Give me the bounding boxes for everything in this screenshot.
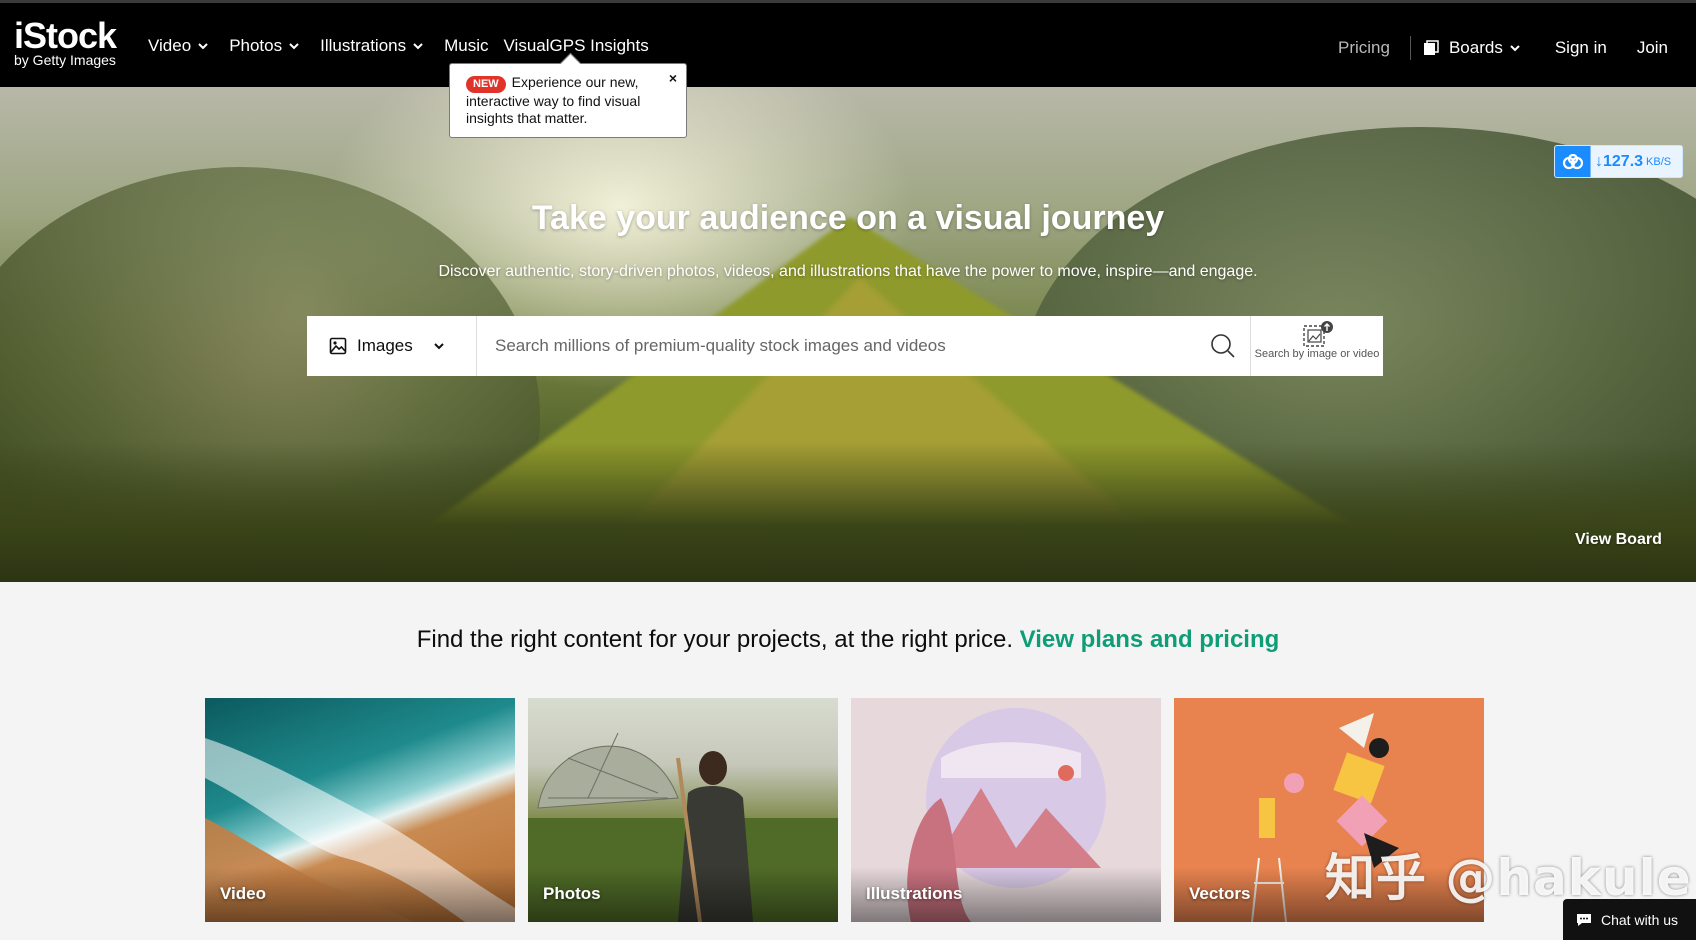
tile-label-photos: Photos: [543, 884, 601, 903]
istock-logo[interactable]: iStock by Getty Images: [14, 15, 117, 68]
nav-photos[interactable]: Photos: [229, 36, 300, 56]
image-icon: [329, 337, 347, 355]
join-link[interactable]: Join: [1637, 38, 1668, 58]
hero-title: Take your audience on a visual journey: [531, 199, 1165, 237]
search-type-label: Images: [357, 336, 413, 355]
top-navigation-bar: iStock by Getty Images Video Photos Illu…: [0, 0, 1696, 87]
nav-music[interactable]: Music: [444, 36, 488, 56]
chevron-down-icon: [1510, 45, 1520, 52]
chat-with-us-button[interactable]: Chat with us: [1563, 899, 1696, 940]
cloud-icon: [1555, 146, 1591, 177]
boards-menu[interactable]: Boards: [1423, 38, 1521, 58]
category-tile-video[interactable]: Video: [205, 698, 515, 922]
promo-text: Find the right content for your projects…: [416, 626, 1013, 653]
hero-subtitle: Discover authentic, story-driven photos,…: [438, 263, 1258, 280]
speed-value: ↓127.3: [1595, 152, 1644, 170]
nav-music-label: Music: [444, 36, 489, 55]
visual-search-label: Search by image or video: [1254, 348, 1380, 360]
boards-icon: [1423, 40, 1439, 55]
visual-search-button[interactable]: Search by image or video: [1251, 316, 1383, 376]
search-button[interactable]: [1195, 316, 1251, 376]
nav-photos-label: Photos: [229, 36, 283, 55]
category-tile-photos[interactable]: Photos: [528, 698, 838, 922]
logo-subtitle: by Getty Images: [14, 52, 116, 68]
search-input[interactable]: [477, 316, 1195, 376]
tile-label-illustrations: Illustrations: [866, 884, 963, 903]
visual-search-icon: [1303, 321, 1333, 347]
category-tile-illustrations[interactable]: Illustrations: [851, 698, 1161, 922]
header-actions: Pricing Boards Sign in Join: [1338, 36, 1696, 60]
boards-label: Boards: [1448, 38, 1503, 57]
pricing-promo: Find the right content for your projects…: [0, 626, 1696, 654]
search-bar: Images Search by image or video: [307, 316, 1383, 376]
speed-unit: KB/S: [1646, 155, 1672, 168]
header-divider: [1409, 36, 1411, 60]
search-type-dropdown[interactable]: Images: [307, 316, 477, 376]
nav-video[interactable]: Video: [148, 36, 209, 56]
download-speed-readout: ↓127.3 KB/S: [1591, 146, 1682, 177]
main-nav: Video Photos Illustrations Music VisualG…: [148, 36, 669, 56]
view-plans-link[interactable]: View plans and pricing: [1020, 626, 1280, 653]
nav-visualgps-insights[interactable]: VisualGPS Insights: [504, 36, 649, 56]
chevron-down-icon: [434, 343, 444, 350]
close-icon[interactable]: ×: [669, 70, 677, 87]
pricing-link[interactable]: Pricing: [1338, 38, 1390, 58]
download-speed-badge[interactable]: ↓127.3 KB/S: [1554, 145, 1683, 178]
nav-visualgps-label: VisualGPS Insights: [503, 36, 649, 55]
search-icon: [1210, 334, 1235, 358]
nav-illustrations[interactable]: Illustrations: [320, 36, 424, 56]
tile-label-video: Video: [220, 884, 266, 903]
tile-label-vectors: Vectors: [1189, 884, 1251, 903]
chevron-down-icon: [289, 43, 299, 50]
logo-wordmark: iStock: [14, 15, 117, 56]
chat-bubble-icon: [1577, 913, 1591, 926]
new-badge: NEW: [466, 76, 506, 93]
chevron-down-icon: [198, 43, 208, 50]
chevron-down-icon: [413, 43, 423, 50]
chat-label: Chat with us: [1601, 911, 1679, 928]
hero-foreground: [0, 442, 1696, 582]
sign-in-link[interactable]: Sign in: [1555, 38, 1607, 58]
view-board-link[interactable]: View Board: [1575, 531, 1662, 549]
visualgps-tooltip: NEW Experience our new, interactive way t…: [449, 63, 687, 138]
nav-video-label: Video: [148, 36, 192, 55]
hero-banner: Take your audience on a visual journey D…: [0, 87, 1696, 582]
nav-illustrations-label: Illustrations: [320, 36, 407, 55]
